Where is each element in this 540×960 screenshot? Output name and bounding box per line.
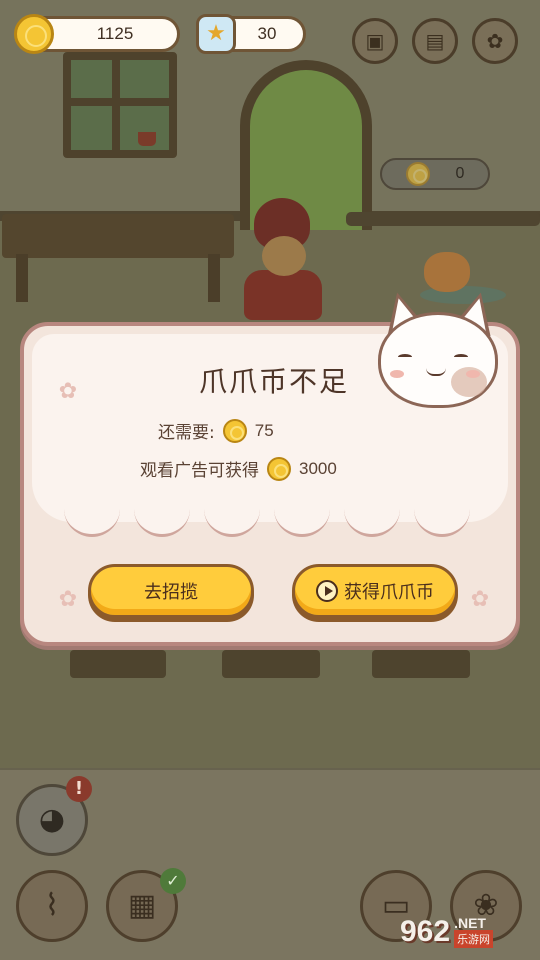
- wall-shelf: [346, 212, 540, 226]
- required-label: 还需要:: [158, 423, 215, 443]
- coin-count: 1125: [96, 24, 134, 43]
- dining-table: [70, 650, 166, 678]
- required-amount-row: 还需要: 75: [158, 418, 274, 443]
- watermark-site: 乐游网: [454, 930, 494, 948]
- calendar-book-icon: ▦: [127, 888, 157, 923]
- broom-icon: ⌇: [44, 888, 60, 923]
- coin-icon: [222, 418, 247, 443]
- coin-icon: [267, 456, 291, 481]
- required-value: 75: [254, 420, 274, 440]
- tip-value: 0: [455, 165, 465, 182]
- recipe-book-button[interactable]: ▤: [412, 18, 458, 64]
- play-video-icon: [316, 580, 338, 602]
- white-cat-mascot: [376, 287, 502, 410]
- ad-reward-label: 观看广告可获得: [140, 461, 259, 481]
- coin-icon: [405, 162, 430, 186]
- paw-coin-icon: [14, 14, 54, 58]
- recruit-button-label: 去招揽: [144, 582, 198, 603]
- settings-button[interactable]: ✿: [472, 18, 518, 64]
- recipe-book-icon: ▤: [425, 29, 445, 53]
- tip-jar-bubble[interactable]: 0: [380, 158, 490, 190]
- backpack-icon: ▣: [365, 29, 385, 53]
- window: [63, 52, 177, 158]
- dining-table: [372, 650, 470, 678]
- dining-table: [222, 650, 320, 678]
- wooden-bench: [2, 214, 234, 304]
- cat-chat-icon: ◕: [38, 802, 66, 837]
- ad-reward-value: 3000: [299, 458, 337, 478]
- site-watermark-logo: 962 .NET 乐游网: [400, 908, 536, 956]
- flower-pot: [138, 132, 156, 146]
- watermark-suffix: .NET: [454, 915, 486, 931]
- cleaning-button[interactable]: ⌇: [16, 870, 88, 942]
- flower-ornament-icon: ✿: [58, 587, 78, 612]
- alert-badge-icon: !: [66, 776, 92, 802]
- watermark-number: 962: [400, 915, 451, 948]
- star-count: 30: [257, 24, 277, 43]
- watch-ad-button-label: 获得爪爪币: [344, 582, 434, 603]
- flower-ornament-icon: ✿: [470, 587, 490, 612]
- settings-gear-icon: ✿: [486, 29, 504, 53]
- star-jar-icon: ★: [196, 14, 236, 54]
- ad-reward-row: 观看广告可获得 3000: [140, 456, 337, 481]
- check-badge-icon: ✓: [160, 868, 186, 894]
- backpack-button[interactable]: ▣: [352, 18, 398, 64]
- recruit-button[interactable]: 去招揽: [88, 564, 254, 618]
- chef-character[interactable]: [238, 198, 328, 322]
- watch-ad-button[interactable]: 获得爪爪币: [292, 564, 458, 618]
